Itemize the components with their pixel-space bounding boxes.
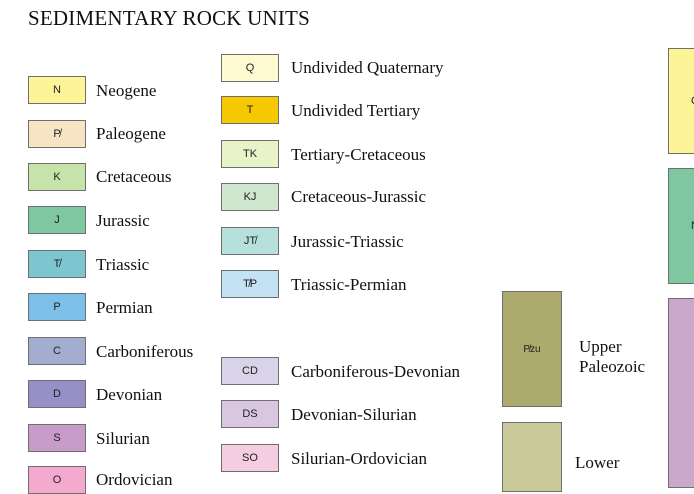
swatch-cretaceous-jurassic: KJ bbox=[221, 183, 279, 211]
swatch-paleogene: P̸ bbox=[28, 120, 86, 148]
edge-swatch-1: Q bbox=[668, 48, 694, 154]
label-devonian-silurian: Devonian-Silurian bbox=[291, 405, 417, 424]
label-triassic-permian: Triassic-Permian bbox=[291, 275, 407, 294]
label-lower-paleozoic-line1: Lower bbox=[575, 453, 620, 472]
label-upper-paleozoic: Upper Paleozoic bbox=[579, 337, 645, 377]
edge-swatch-2: N bbox=[668, 168, 694, 284]
label-undivided-tertiary: Undivided Tertiary bbox=[291, 101, 421, 120]
swatch-ordovician: O bbox=[28, 466, 86, 494]
label-upper-paleozoic-line2: Paleozoic bbox=[579, 357, 646, 376]
swatch-carboniferous-devonian: CD bbox=[221, 357, 279, 385]
label-tertiary-cretaceous: Tertiary-Cretaceous bbox=[291, 145, 426, 164]
swatch-undivided-quaternary: Q bbox=[221, 54, 279, 82]
label-carboniferous-devonian: Carboniferous-Devonian bbox=[291, 362, 461, 381]
label-devonian: Devonian bbox=[96, 385, 163, 404]
label-jurassic: Jurassic bbox=[96, 211, 150, 230]
label-undivided-quaternary: Undivided Quaternary bbox=[291, 58, 444, 77]
swatch-cretaceous: K bbox=[28, 163, 86, 191]
label-jurassic-triassic: Jurassic-Triassic bbox=[291, 232, 404, 251]
swatch-silurian-ordovician: SO bbox=[221, 444, 279, 472]
label-cretaceous: Cretaceous bbox=[96, 167, 172, 186]
swatch-jurassic: J bbox=[28, 206, 86, 234]
swatch-neogene: N bbox=[28, 76, 86, 104]
swatch-lower-paleozoic bbox=[502, 422, 562, 492]
label-ordovician: Ordovician bbox=[96, 470, 173, 489]
swatch-triassic: T̸ bbox=[28, 250, 86, 278]
swatch-carboniferous: C bbox=[28, 337, 86, 365]
legend-title: SEDIMENTARY ROCK UNITS bbox=[28, 6, 310, 30]
label-upper-paleozoic-line1: Upper bbox=[579, 337, 622, 356]
swatch-triassic-permian: T̸P bbox=[221, 270, 279, 298]
swatch-tertiary-cretaceous: TK bbox=[221, 140, 279, 168]
swatch-undivided-tertiary: T bbox=[221, 96, 279, 124]
label-triassic: Triassic bbox=[96, 255, 150, 274]
swatch-devonian: D bbox=[28, 380, 86, 408]
swatch-permian: P bbox=[28, 293, 86, 321]
label-neogene: Neogene bbox=[96, 81, 157, 100]
label-silurian: Silurian bbox=[96, 429, 150, 448]
label-permian: Permian bbox=[96, 298, 153, 317]
edge-swatch-3 bbox=[668, 298, 694, 488]
label-cretaceous-jurassic: Cretaceous-Jurassic bbox=[291, 187, 427, 206]
label-carboniferous: Carboniferous bbox=[96, 342, 194, 361]
swatch-jurassic-triassic: JT̸ bbox=[221, 227, 279, 255]
label-silurian-ordovician: Silurian-Ordovician bbox=[291, 449, 427, 468]
swatch-upper-paleozoic: P̸zu bbox=[502, 291, 562, 407]
swatch-devonian-silurian: DS bbox=[221, 400, 279, 428]
swatch-silurian: S bbox=[28, 424, 86, 452]
label-paleogene: Paleogene bbox=[96, 124, 166, 143]
label-lower-paleozoic: Lower bbox=[575, 453, 619, 473]
